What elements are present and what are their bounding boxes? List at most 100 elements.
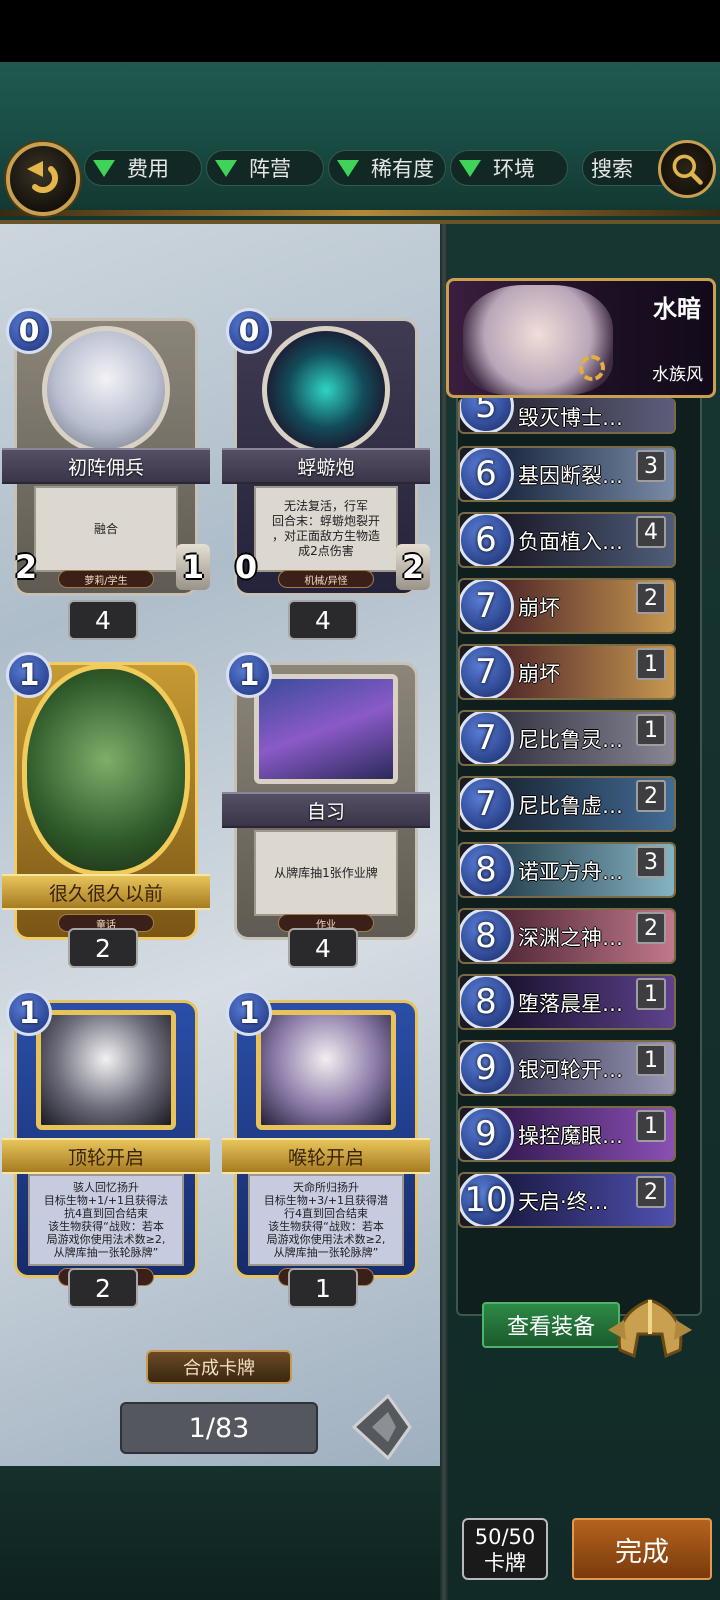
deck-item-cost: 6 bbox=[460, 514, 514, 566]
deck-item-name: 基因断裂… bbox=[518, 464, 623, 488]
deck-list-item[interactable]: 6 负面植入… 4 bbox=[458, 512, 676, 568]
search-label: 搜索 bbox=[591, 157, 633, 181]
collection-footer bbox=[0, 1466, 440, 1600]
helmet-icon[interactable] bbox=[604, 1290, 696, 1364]
card-name: 很久很久以前 bbox=[2, 874, 210, 910]
deck-list-item[interactable]: 9 银河轮开… 1 bbox=[458, 1040, 676, 1096]
card-text: 骇人回忆扬升 目标生物+1/+1且获得法 抗4直到回合结束 该生物获得“战败：若… bbox=[28, 1174, 184, 1266]
dropdown-arrow-icon bbox=[93, 159, 115, 177]
deck-item-name: 银河轮开… bbox=[518, 1058, 623, 1082]
back-button[interactable] bbox=[6, 142, 80, 216]
deck-item-name: 操控魔眼… bbox=[518, 1124, 623, 1148]
deck-list-item[interactable]: 5 毁灭博士… bbox=[458, 398, 676, 434]
card-cost: 1 bbox=[6, 990, 52, 1036]
card-art bbox=[254, 674, 398, 784]
deck-list-item[interactable]: 9 操控魔眼… 1 bbox=[458, 1106, 676, 1162]
done-button[interactable]: 完成 bbox=[572, 1518, 712, 1580]
deck-item-qty: 1 bbox=[636, 1044, 666, 1076]
deck-item-cost: 9 bbox=[460, 1108, 514, 1160]
deck-list-item[interactable]: 8 堕落晨星… 1 bbox=[458, 974, 676, 1030]
filter-rarity[interactable]: 稀有度 bbox=[328, 150, 446, 186]
deck-item-qty: 4 bbox=[636, 516, 666, 548]
card-cost: 0 bbox=[6, 308, 52, 354]
deck-item-qty: 2 bbox=[636, 582, 666, 614]
panel-divider bbox=[440, 224, 448, 1600]
next-page-button[interactable] bbox=[348, 1392, 414, 1462]
magnifier-icon bbox=[672, 154, 703, 185]
card-owned-count: 4 bbox=[68, 600, 138, 640]
deck-item-cost: 7 bbox=[460, 580, 514, 632]
deck-item-cost: 8 bbox=[460, 910, 514, 962]
deck-item-cost: 6 bbox=[460, 448, 514, 500]
deck-item-cost: 9 bbox=[460, 1042, 514, 1094]
card-cost: 1 bbox=[6, 652, 52, 698]
deck-list-item[interactable]: 7 崩坏 2 bbox=[458, 578, 676, 634]
deck-list-item[interactable]: 7 崩坏 1 bbox=[458, 644, 676, 700]
card-text: 天命所归扬升 目标生物+3/+1且获得潜 行4直到回合结束 该生物获得“战败：若… bbox=[248, 1174, 404, 1266]
deck-item-qty: 3 bbox=[636, 846, 666, 878]
page-indicator: 1/83 bbox=[120, 1402, 318, 1454]
card-art bbox=[22, 664, 190, 876]
card-name: 喉轮开启 bbox=[222, 1138, 430, 1174]
filter-faction[interactable]: 阵营 bbox=[206, 150, 324, 186]
collection-card[interactable]: 1 顶轮开启 骇人回忆扬升 目标生物+1/+1且获得法 抗4直到回合结束 该生物… bbox=[2, 990, 210, 1290]
collection-card[interactable]: 1 很久很久以前 童话 bbox=[2, 652, 210, 952]
deck-list-item[interactable]: 7 尼比鲁灵… 1 bbox=[458, 710, 676, 766]
card-owned-count: 1 bbox=[288, 1268, 358, 1308]
deck-leader-banner[interactable]: 水暗 水族风 bbox=[446, 278, 716, 398]
filter-cost[interactable]: 费用 bbox=[84, 150, 202, 186]
deck-list-item[interactable]: 7 尼比鲁虚… 2 bbox=[458, 776, 676, 832]
deck-item-name: 负面植入… bbox=[518, 530, 623, 554]
deck-item-name: 毁灭博士… bbox=[518, 406, 623, 430]
deck-card-count: 50/50 卡牌 bbox=[462, 1518, 548, 1580]
deck-list-item[interactable]: 10 天启·终… 2 bbox=[458, 1172, 676, 1228]
card-text: 无法复活，行军 回合末：蜉蝣炮裂开 ，对正面敌方生物造 成2点伤害 bbox=[254, 486, 398, 572]
card-name: 自习 bbox=[222, 792, 430, 828]
collection-card[interactable]: 1 喉轮开启 天命所归扬升 目标生物+3/+1且获得潜 行4直到回合结束 该生物… bbox=[222, 990, 430, 1290]
card-art bbox=[262, 326, 390, 454]
deck-list-item[interactable]: 8 诺亚方舟… 3 bbox=[458, 842, 676, 898]
dropdown-arrow-icon bbox=[337, 159, 359, 177]
filter-faction-label: 阵营 bbox=[249, 157, 291, 181]
deck-item-cost: 7 bbox=[460, 712, 514, 764]
filter-environment-label: 环境 bbox=[493, 157, 535, 181]
deck-item-name: 天启·终… bbox=[518, 1190, 609, 1214]
craft-card-button[interactable]: 合成卡牌 bbox=[146, 1350, 292, 1384]
search-button[interactable] bbox=[658, 140, 716, 198]
filter-environment[interactable]: 环境 bbox=[450, 150, 568, 186]
card-tribe: 机械/异怪 bbox=[278, 570, 374, 588]
gear-icon[interactable] bbox=[579, 355, 605, 381]
deck-item-qty: 2 bbox=[636, 780, 666, 812]
deck-item-qty: 1 bbox=[636, 1110, 666, 1142]
deck-list-item[interactable]: 6 基因断裂… 3 bbox=[458, 446, 676, 502]
deck-item-cost: 8 bbox=[460, 844, 514, 896]
collection-card[interactable]: 0 蜉蝣炮 无法复活，行军 回合末：蜉蝣炮裂开 ，对正面敌方生物造 成2点伤害 … bbox=[222, 308, 430, 608]
deck-item-qty: 3 bbox=[636, 450, 666, 482]
deck-item-cost: 7 bbox=[460, 778, 514, 830]
deck-item-name: 尼比鲁虚… bbox=[518, 794, 623, 818]
card-attack: 0 bbox=[234, 548, 258, 586]
deck-count-value: 50/50 bbox=[474, 1525, 536, 1549]
collection-card[interactable]: 0 初阵佣兵 融合 萝莉/学生 2 1 bbox=[2, 308, 210, 608]
card-tribe: 萝莉/学生 bbox=[58, 570, 154, 588]
view-equipment-button[interactable]: 查看装备 bbox=[482, 1302, 620, 1348]
collection-card[interactable]: 1 自习 从牌库抽1张作业牌 作业 bbox=[222, 652, 430, 952]
deck-item-name: 堕落晨星… bbox=[518, 992, 623, 1016]
card-cost: 0 bbox=[226, 308, 272, 354]
card-name: 初阵佣兵 bbox=[2, 448, 210, 484]
status-bar bbox=[0, 0, 720, 62]
card-art bbox=[256, 1010, 396, 1130]
card-name: 蜉蝣炮 bbox=[222, 448, 430, 484]
deck-item-qty: 2 bbox=[636, 912, 666, 944]
dropdown-arrow-icon bbox=[215, 159, 237, 177]
deck-list-item[interactable]: 8 深渊之神… 2 bbox=[458, 908, 676, 964]
deck-item-qty: 1 bbox=[636, 648, 666, 680]
card-text: 融合 bbox=[34, 486, 178, 572]
card-art bbox=[36, 1010, 176, 1130]
card-attack: 2 bbox=[14, 548, 38, 586]
card-owned-count: 2 bbox=[68, 928, 138, 968]
card-owned-count: 4 bbox=[288, 600, 358, 640]
deck-item-name: 诺亚方舟… bbox=[518, 860, 623, 884]
card-text: 从牌库抽1张作业牌 bbox=[254, 830, 398, 916]
card-cost: 1 bbox=[226, 652, 272, 698]
